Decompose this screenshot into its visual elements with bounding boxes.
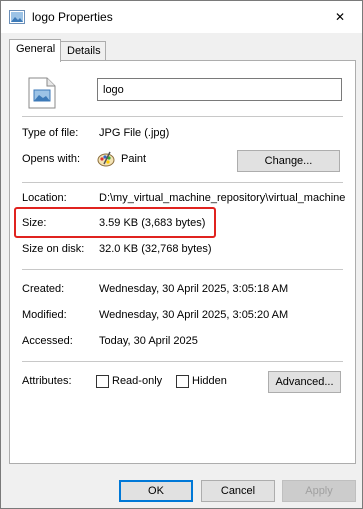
divider [22,182,343,183]
properties-window: logo Properties ✕ General Details Type o… [0,0,363,509]
type-label: Type of file: [22,127,79,139]
type-value: JPG File (.jpg) [99,127,170,139]
general-panel: Type of file: JPG File (.jpg) Opens with… [9,60,356,464]
size-label: Size: [22,217,47,229]
created-label: Created: [22,283,65,295]
size-on-disk-value: 32.0 KB (32,768 bytes) [99,243,212,255]
size-value: 3.59 KB (3,683 bytes) [99,217,206,229]
modified-label: Modified: [22,309,67,321]
apply-button[interactable]: Apply [282,480,356,502]
created-value: Wednesday, 30 April 2025, 3:05:18 AM [99,283,289,295]
location-label: Location: [22,192,67,204]
attributes-label: Attributes: [22,375,72,387]
change-button[interactable]: Change... [237,150,340,172]
file-name-input[interactable] [97,78,342,101]
window-title: logo Properties [32,10,113,24]
cancel-button[interactable]: Cancel [201,480,275,502]
divider [22,269,343,270]
opens-with-value: Paint [121,153,147,165]
accessed-value: Today, 30 April 2025 [99,335,198,347]
readonly-checkbox[interactable] [96,375,109,388]
title-bar: logo Properties ✕ [1,1,362,33]
tab-details[interactable]: Details [60,41,106,61]
hidden-checkbox[interactable] [176,375,189,388]
opens-with-label: Opens with: [22,153,81,165]
close-button[interactable]: ✕ [318,1,362,33]
divider [22,116,343,117]
location-value: D:\my_virtual_machine_repository\virtual… [99,192,346,204]
divider [22,361,343,362]
ok-button[interactable]: OK [119,480,193,502]
modified-value: Wednesday, 30 April 2025, 3:05:20 AM [99,309,289,321]
tab-general[interactable]: General [9,39,61,62]
image-file-icon [9,10,25,24]
readonly-label: Read-only [112,375,163,387]
hidden-label: Hidden [192,375,227,387]
accessed-label: Accessed: [22,335,73,347]
size-on-disk-label: Size on disk: [22,243,85,255]
file-type-icon [28,77,56,109]
advanced-button[interactable]: Advanced... [268,371,341,393]
paint-icon [97,150,115,168]
close-icon: ✕ [334,10,346,24]
